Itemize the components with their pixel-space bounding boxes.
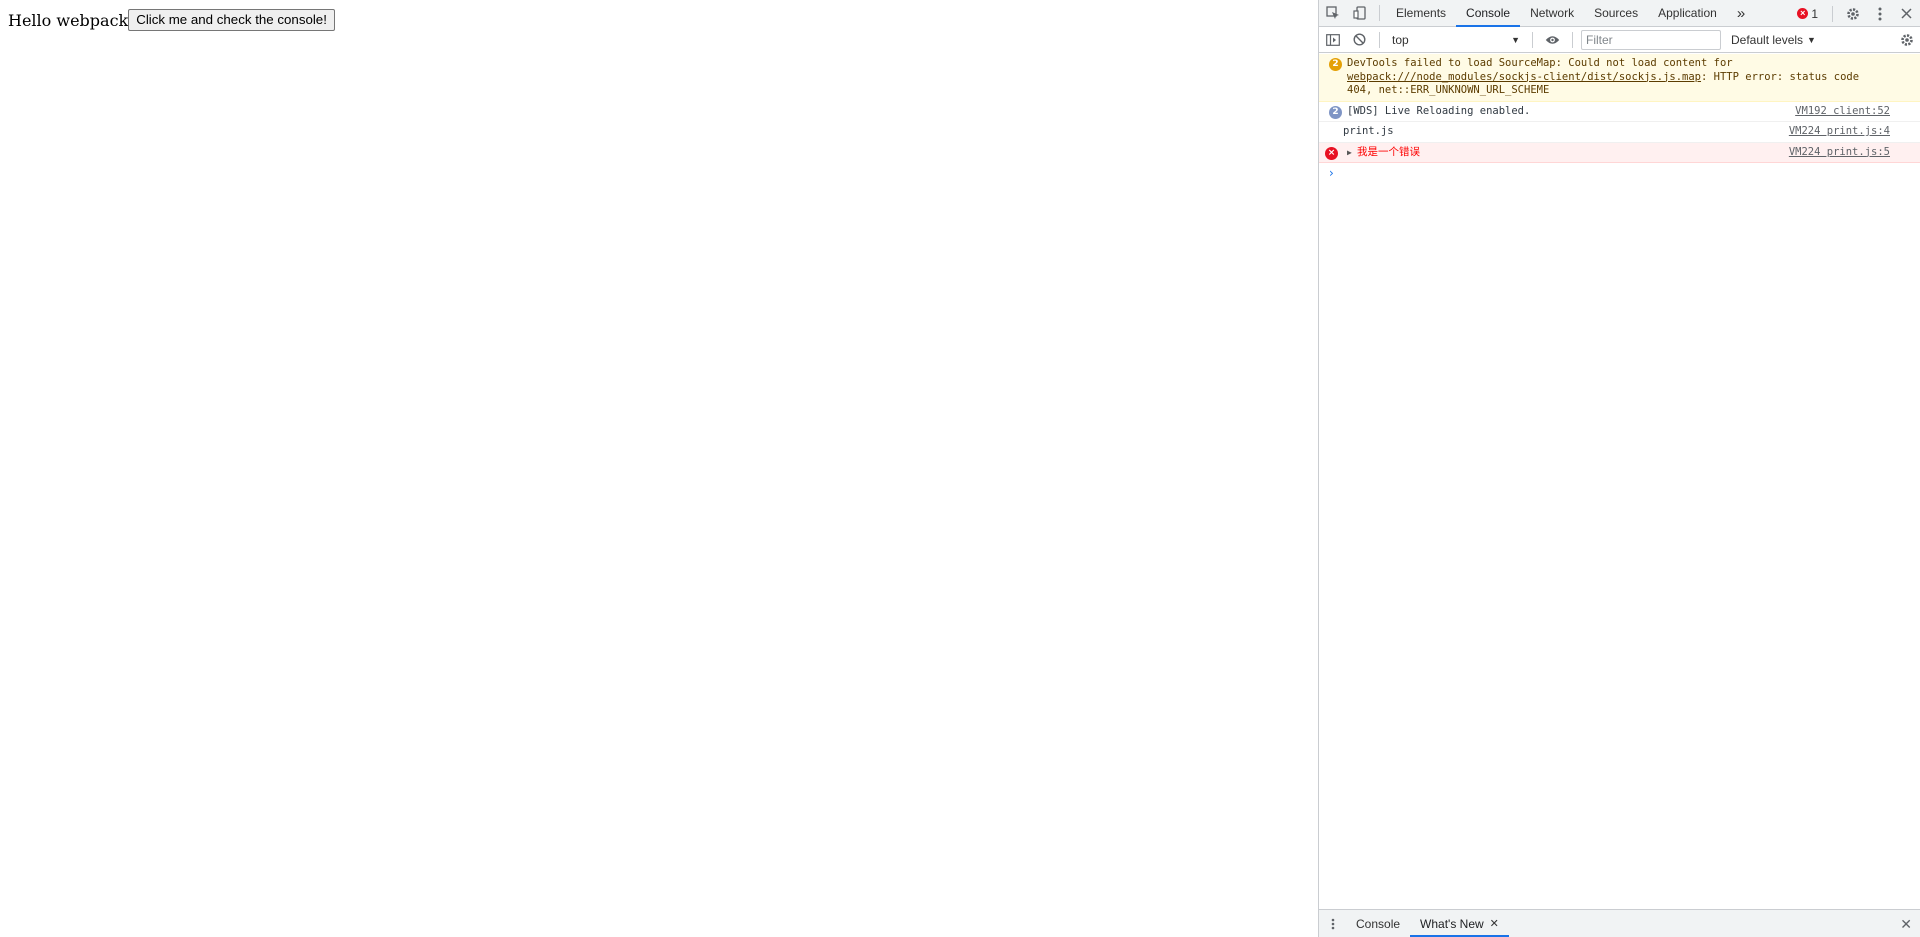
error-counter[interactable]: × 1 — [1789, 7, 1826, 21]
gear-icon[interactable] — [1839, 0, 1866, 27]
hello-line: Hello webpack Click me and check the con… — [8, 9, 335, 31]
filter-input[interactable] — [1581, 29, 1721, 50]
console-prompt[interactable]: › — [1319, 163, 1920, 180]
drawer-menu-kebab-icon[interactable] — [1319, 910, 1346, 937]
console-message-log: print.js VM224 print.js:4 — [1319, 122, 1920, 143]
message-source-link[interactable]: VM192 client:52 — [1795, 105, 1890, 119]
console-output: 2 DevTools failed to load SourceMap: Cou… — [1319, 54, 1920, 909]
check-console-button[interactable]: Click me and check the console! — [128, 9, 335, 31]
toolbar-divider — [1379, 31, 1380, 48]
sidebar-toggle-icon[interactable] — [1319, 26, 1346, 53]
live-expression-eye-icon[interactable] — [1539, 26, 1566, 53]
device-toolbar-icon[interactable] — [1346, 0, 1373, 27]
context-selector[interactable]: top ▼ — [1386, 30, 1526, 50]
log-levels-dropdown[interactable]: Default levels ▼ — [1721, 33, 1826, 47]
prompt-chevron-icon: › — [1329, 166, 1334, 180]
message-source-link[interactable]: VM224 print.js:5 — [1789, 146, 1890, 160]
drawer-tab-label: What's New — [1420, 916, 1484, 931]
devtools-tabbar: Elements Console Network Sources Applica… — [1319, 0, 1920, 27]
message-text: 我是一个错误 — [1357, 145, 1420, 158]
console-message-warning: 2 DevTools failed to load SourceMap: Cou… — [1319, 54, 1920, 102]
kebab-menu-icon[interactable] — [1866, 0, 1893, 27]
tab-application[interactable]: Application — [1648, 0, 1727, 27]
message-text: print.js — [1343, 125, 1394, 137]
dropdown-arrow-icon: ▼ — [1807, 34, 1816, 45]
inspect-element-icon[interactable] — [1319, 0, 1346, 27]
error-x-icon: × — [1325, 146, 1338, 160]
hello-text: Hello webpack — [8, 10, 129, 30]
close-icon[interactable] — [1893, 0, 1920, 27]
more-tabs-chevron-icon[interactable]: » — [1727, 0, 1755, 27]
error-count-value: 1 — [1811, 6, 1818, 21]
devtools-panel: Elements Console Network Sources Applica… — [1318, 0, 1920, 937]
toolbar-divider — [1832, 5, 1833, 22]
console-message-error[interactable]: × ▶ 我是一个错误 VM224 print.js:5 — [1319, 142, 1920, 163]
page-viewport: Hello webpack Click me and check the con… — [0, 0, 1318, 937]
sourcemap-link[interactable]: webpack:///node_modules/sockjs-client/di… — [1347, 71, 1701, 83]
tab-network[interactable]: Network — [1520, 0, 1584, 27]
console-toolbar: top ▼ Default levels ▼ — [1319, 27, 1920, 53]
expand-triangle-icon[interactable]: ▶ — [1347, 146, 1357, 160]
toolbar-divider — [1532, 31, 1533, 48]
repeat-count-badge: 2 — [1329, 105, 1342, 119]
message-source-link[interactable]: VM224 print.js:4 — [1789, 125, 1890, 139]
tab-console[interactable]: Console — [1456, 0, 1521, 27]
message-text: [WDS] Live Reloading enabled. — [1347, 104, 1531, 117]
close-tab-icon[interactable]: ✕ — [1490, 917, 1499, 930]
drawer-tabbar: Console What's New ✕ ✕ — [1319, 909, 1920, 937]
error-x-icon: × — [1797, 8, 1809, 19]
dropdown-arrow-icon: ▼ — [1511, 34, 1520, 45]
tab-elements[interactable]: Elements — [1386, 0, 1456, 27]
tab-sources[interactable]: Sources — [1584, 0, 1648, 27]
drawer-tab-console[interactable]: Console — [1346, 910, 1410, 937]
context-value: top — [1392, 32, 1409, 47]
toolbar-divider — [1379, 5, 1380, 21]
warning-text: DevTools failed to load SourceMap: Could… — [1347, 57, 1860, 96]
toolbar-divider — [1572, 31, 1573, 48]
log-levels-label: Default levels — [1731, 32, 1804, 47]
clear-console-icon[interactable] — [1346, 26, 1373, 53]
console-message-info: 2 [WDS] Live Reloading enabled. VM192 cl… — [1319, 102, 1920, 122]
repeat-count-badge: 2 — [1329, 58, 1342, 71]
tabbar-right-controls: × 1 — [1789, 0, 1920, 27]
console-settings-gear-icon[interactable] — [1893, 27, 1920, 53]
close-drawer-icon[interactable]: ✕ — [1900, 916, 1912, 933]
drawer-tab-whats-new[interactable]: What's New ✕ — [1410, 910, 1509, 937]
